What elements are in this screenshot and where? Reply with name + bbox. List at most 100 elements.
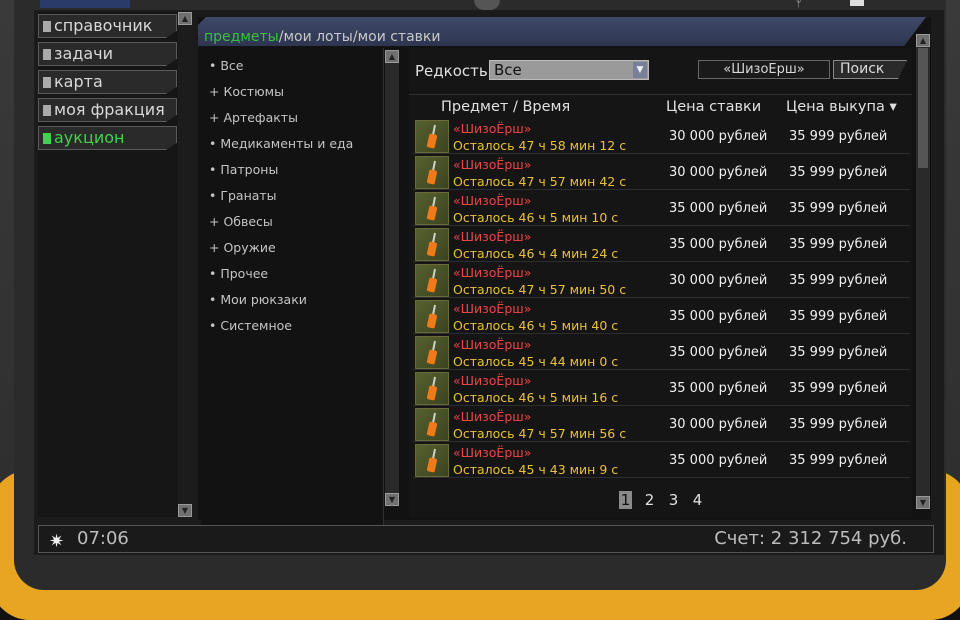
item-name: «ШизоЁрш» [453, 193, 532, 208]
scroll-down-icon[interactable]: ▼ [916, 496, 930, 509]
bid-price: 30 000 рублей [669, 129, 768, 144]
category-all[interactable]: • Все [209, 58, 244, 73]
category-attachments[interactable]: + Обвесы [209, 214, 273, 229]
search-input[interactable] [698, 60, 830, 79]
category-medicine-food[interactable]: • Медикаменты и еда [209, 136, 353, 151]
table-row[interactable]: «ШизоЁрш» Осталось 47 ч 57 мин 42 с 30 0… [413, 154, 910, 190]
item-name: «ШизоЁрш» [453, 409, 532, 424]
category-misc[interactable]: • Прочее [209, 266, 268, 281]
clock-time: 07:06 [77, 528, 129, 549]
rarity-label: Редкость [415, 62, 488, 80]
scroll-up-icon[interactable]: ▲ [385, 50, 399, 63]
item-name: «ШизоЁрш» [453, 373, 532, 388]
buyout-price: 35 999 рублей [789, 417, 888, 432]
item-thumbnail [415, 300, 449, 333]
item-time-left: Осталось 47 ч 58 мин 12 с [453, 138, 627, 153]
page-4[interactable]: 4 [691, 491, 704, 509]
screwdriver-icon [427, 124, 437, 149]
main-panel: предметы/мои лоты/мои ставки • Все + Кос… [198, 17, 931, 528]
item-name: «ШизоЁрш» [453, 157, 532, 172]
nav-bullet-icon [43, 49, 51, 60]
bid-price: 35 000 рублей [669, 345, 768, 360]
tab-my-lots[interactable]: мои лоты [283, 29, 352, 45]
nav-item-faction[interactable]: моя фракция [38, 98, 177, 122]
item-name: «ШизоЁрш» [453, 229, 532, 244]
item-thumbnail [415, 228, 449, 261]
bid-price: 35 000 рублей [669, 381, 768, 396]
table-scrollbar[interactable]: ▲ ▼ [916, 34, 930, 509]
scrollbar-thumb[interactable] [918, 48, 928, 168]
scroll-up-icon[interactable]: ▲ [178, 12, 192, 25]
scroll-up-icon[interactable]: ▲ [916, 34, 930, 47]
pagination: 1234 [619, 491, 715, 509]
item-thumbnail [415, 372, 449, 405]
scroll-down-icon[interactable]: ▼ [178, 504, 192, 517]
bid-price: 30 000 рублей [669, 165, 768, 180]
nav-scrollbar[interactable]: ▲ ▼ [178, 12, 192, 517]
status-bar: ✷ 07:06 Счет: 2 312 754 руб. [38, 525, 934, 553]
category-list: • Все + Костюмы + Артефакты • Медикамент… [201, 48, 384, 528]
category-system[interactable]: • Системное [209, 318, 292, 333]
item-name: «ШизоЁрш» [453, 301, 532, 316]
category-backpacks[interactable]: • Мои рюкзаки [209, 292, 307, 307]
item-time-left: Осталось 47 ч 57 мин 56 с [453, 426, 627, 441]
screwdriver-icon [427, 268, 437, 293]
table-row[interactable]: «ШизоЁрш» Осталось 45 ч 44 мин 0 с 35 00… [413, 334, 910, 370]
table-row[interactable]: «ШизоЁрш» Осталось 47 ч 57 мин 50 с 30 0… [413, 262, 910, 298]
item-name: «ШизоЁрш» [453, 337, 532, 352]
auction-content: Редкость Все ▼ Предмет / Время Цена став… [409, 48, 912, 518]
page-3[interactable]: 3 [667, 491, 680, 509]
account-balance: Счет: 2 312 754 руб. [714, 528, 907, 549]
buyout-price: 35 999 рублей [789, 345, 888, 360]
page-1[interactable]: 1 [619, 491, 632, 509]
table-row[interactable]: «ШизоЁрш» Осталось 47 ч 57 мин 56 с 30 0… [413, 406, 910, 442]
header-buyout-price[interactable]: Цена выкупа ▾ [786, 99, 897, 115]
table-row[interactable]: «ШизоЁрш» Осталось 45 ч 43 мин 9 с 35 00… [413, 442, 910, 478]
nav-item-label: моя фракция [54, 100, 165, 119]
category-artifacts[interactable]: + Артефакты [209, 110, 298, 125]
tab-my-bids[interactable]: мои ставки [358, 29, 441, 45]
search-button[interactable]: Поиск [833, 60, 907, 79]
nav-item-tasks[interactable]: задачи [38, 42, 177, 66]
nav-item-auction[interactable]: аукцион [38, 126, 177, 150]
header-bid-price[interactable]: Цена ставки [666, 99, 761, 115]
buyout-price: 35 999 рублей [789, 165, 888, 180]
nav-item-reference[interactable]: справочник [38, 14, 177, 38]
nav-item-label: аукцион [54, 128, 125, 147]
rarity-select[interactable]: Все ▼ [489, 60, 649, 80]
table-row[interactable]: «ШизоЁрш» Осталось 46 ч 5 мин 16 с 35 00… [413, 370, 910, 406]
header-item-time[interactable]: Предмет / Время [441, 99, 570, 115]
sun-icon: ✷ [49, 531, 65, 552]
item-name: «ШизоЁрш» [453, 265, 532, 280]
category-scrollbar[interactable]: ▲ ▼ [385, 50, 399, 506]
table-row[interactable]: «ШизоЁрш» Осталось 47 ч 58 мин 12 с 30 0… [413, 118, 910, 154]
screwdriver-icon [427, 412, 437, 437]
chevron-down-icon[interactable]: ▼ [633, 62, 647, 78]
category-grenades[interactable]: • Гранаты [209, 188, 277, 203]
item-time-left: Осталось 46 ч 5 мин 16 с [453, 390, 619, 405]
buyout-price: 35 999 рублей [789, 201, 888, 216]
item-name: «ШизоЁрш» [453, 121, 532, 136]
table-row[interactable]: «ШизоЁрш» Осталось 46 ч 5 мин 40 с 35 00… [413, 298, 910, 334]
battery-icon [850, 0, 864, 6]
item-time-left: Осталось 46 ч 5 мин 10 с [453, 210, 619, 225]
table-row[interactable]: «ШизоЁрш» Осталось 46 ч 5 мин 10 с 35 00… [413, 190, 910, 226]
screwdriver-icon [427, 304, 437, 329]
nav-bullet-icon [43, 77, 51, 88]
category-weapons[interactable]: + Оружие [209, 240, 276, 255]
tab-items[interactable]: предметы [204, 29, 279, 45]
item-time-left: Осталось 46 ч 5 мин 40 с [453, 318, 619, 333]
buyout-price: 35 999 рублей [789, 273, 888, 288]
category-suits[interactable]: + Костюмы [209, 84, 284, 99]
nav-item-map[interactable]: карта [38, 70, 177, 94]
table-header: Предмет / Время Цена ставки Цена выкупа … [409, 94, 912, 119]
screwdriver-icon [427, 160, 437, 185]
scroll-down-icon[interactable]: ▼ [385, 493, 399, 506]
screwdriver-icon [427, 232, 437, 257]
category-ammo[interactable]: • Патроны [209, 162, 278, 177]
screwdriver-icon [427, 196, 437, 221]
table-row[interactable]: «ШизоЁрш» Осталось 46 ч 4 мин 24 с 35 00… [413, 226, 910, 262]
bid-price: 35 000 рублей [669, 309, 768, 324]
page-2[interactable]: 2 [643, 491, 656, 509]
item-time-left: Осталось 47 ч 57 мин 42 с [453, 174, 627, 189]
